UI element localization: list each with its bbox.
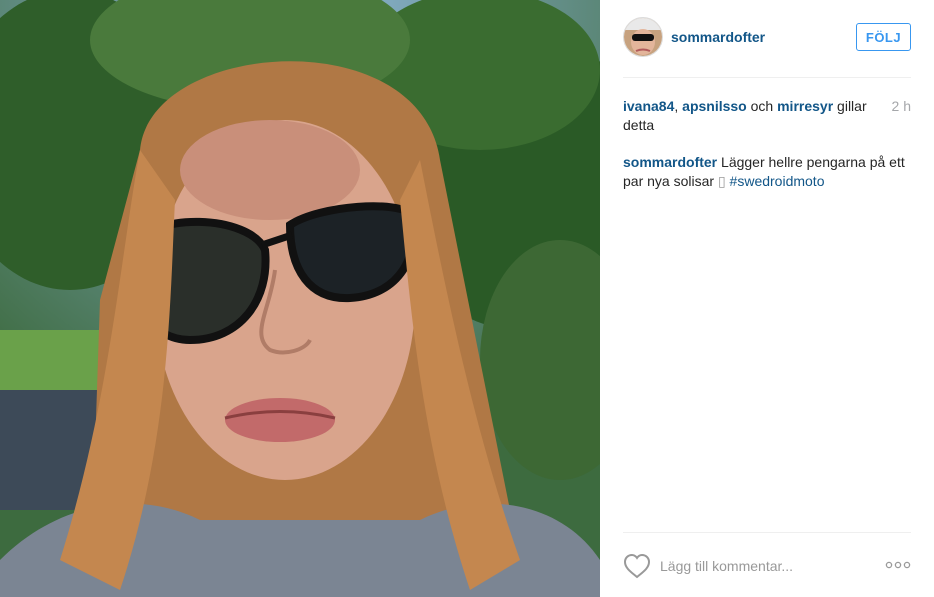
likes-summary: 2 h ivana84, apsnilsso och mirresyr gill…	[623, 97, 911, 135]
post-sidebar: sommardofter FÖLJ 2 h ivana84, apsnilsso…	[600, 0, 934, 597]
follow-button[interactable]: FÖLJ	[856, 23, 911, 51]
post-timestamp[interactable]: 2 h	[892, 97, 911, 116]
header-divider	[623, 77, 911, 78]
more-options-icon	[885, 561, 911, 569]
post-header: sommardofter FÖLJ	[623, 17, 911, 59]
selfie-image	[0, 0, 600, 597]
likes-separator: ,	[674, 98, 683, 114]
liker-link[interactable]: ivana84	[623, 98, 674, 114]
heart-outline-icon	[623, 553, 651, 579]
comment-input[interactable]	[660, 554, 870, 578]
liker-link[interactable]: mirresyr	[777, 98, 833, 114]
footer-divider	[623, 532, 911, 533]
liker-link[interactable]: apsnilsso	[682, 98, 747, 114]
caption-emoji: ▯	[717, 173, 726, 189]
like-button[interactable]	[623, 553, 651, 579]
avatar-icon	[624, 18, 662, 56]
more-options-button[interactable]	[885, 558, 911, 572]
post-caption: sommardofter Lägger hellre pengarna på e…	[623, 153, 911, 191]
author-username[interactable]: sommardofter	[671, 29, 765, 45]
post-photo[interactable]	[0, 0, 600, 597]
caption-hashtag[interactable]: #swedroidmoto	[730, 173, 825, 189]
likes-conjunction: och	[746, 98, 778, 114]
caption-username[interactable]: sommardofter	[623, 154, 717, 170]
author-avatar[interactable]	[623, 17, 663, 57]
post-footer	[623, 548, 911, 584]
